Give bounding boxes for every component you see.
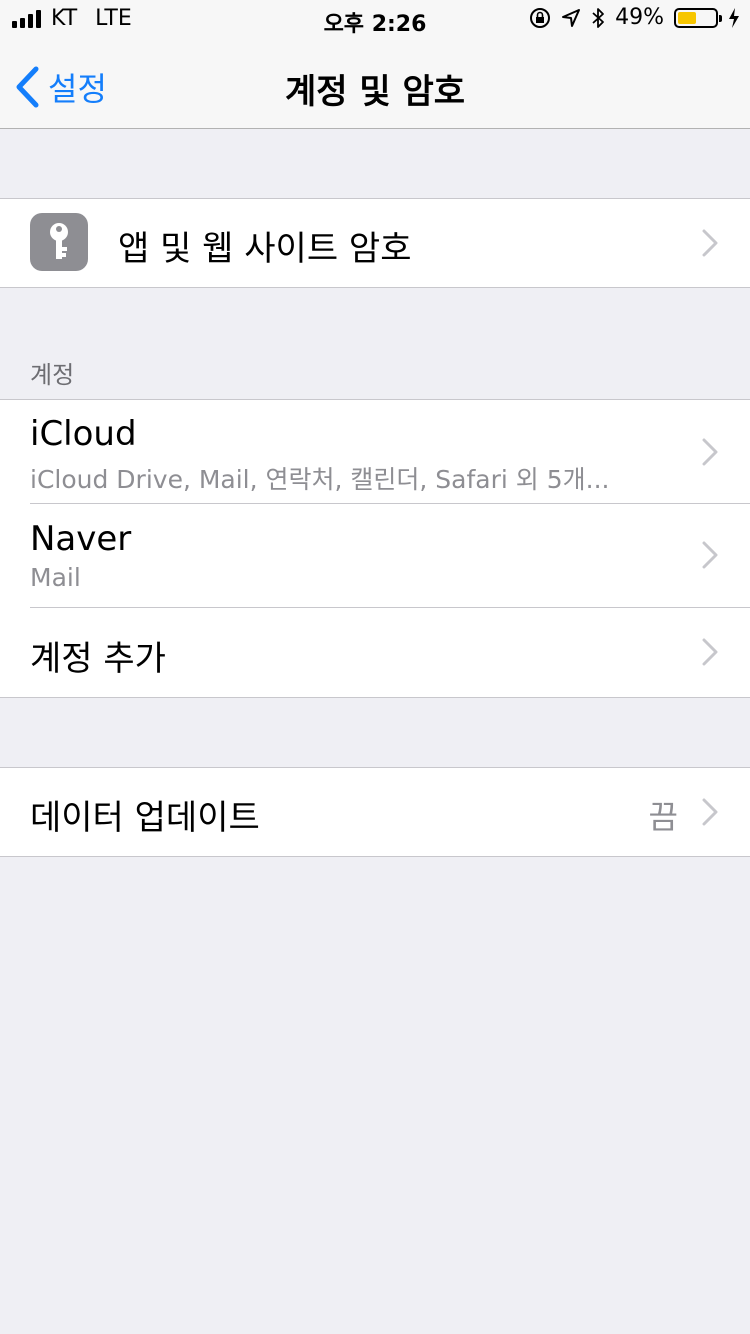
account-title: Naver: [30, 519, 132, 559]
add-account-label: 계정 추가: [30, 639, 166, 679]
chevron-right-icon: [702, 438, 718, 465]
charging-bolt-icon: [729, 7, 739, 28]
passwords-row[interactable]: 앱 및 웹 사이트 암호: [0, 199, 750, 287]
navigation-bar: 설정 계정 및 암호: [0, 40, 750, 129]
battery-icon: [674, 7, 722, 28]
account-row-icloud[interactable]: iCloud iCloud Drive, Mail, 연락처, 캘린더, Saf…: [0, 400, 750, 503]
fetch-new-data-row[interactable]: 데이터 업데이트 끔: [0, 768, 750, 856]
page-title: 계정 및 암호: [284, 72, 466, 112]
fetch-group: 데이터 업데이트 끔: [0, 767, 750, 857]
key-icon: [30, 213, 88, 271]
chevron-right-icon: [702, 541, 718, 569]
accounts-group: iCloud iCloud Drive, Mail, 연락처, 캘린더, Saf…: [0, 399, 750, 698]
account-title: iCloud: [30, 414, 137, 454]
passwords-group: 앱 및 웹 사이트 암호: [0, 198, 750, 288]
battery-fill: [678, 11, 696, 24]
add-account-row[interactable]: 계정 추가: [0, 607, 750, 697]
fetch-value: 끔: [648, 798, 678, 836]
account-row-naver[interactable]: Naver Mail: [0, 503, 750, 607]
fetch-label: 데이터 업데이트: [30, 798, 260, 838]
status-right: 49%: [529, 5, 740, 30]
chevron-right-icon: [702, 229, 718, 257]
account-subtitle: Mail: [30, 563, 81, 592]
accounts-section-header: 계정: [30, 361, 75, 389]
bluetooth-icon: [592, 7, 604, 28]
account-subtitle: iCloud Drive, Mail, 연락처, 캘린더, Safari 외 5…: [30, 465, 610, 494]
location-icon: [562, 8, 581, 27]
passwords-label: 앱 및 웹 사이트 암호: [118, 229, 412, 269]
orientation-lock-icon: [530, 7, 551, 28]
status-bar: KT LTE 오후 2:26 49%: [0, 0, 750, 40]
chevron-right-icon: [702, 798, 718, 826]
chevron-right-icon: [702, 638, 718, 666]
battery-percent: 49%: [615, 5, 664, 30]
